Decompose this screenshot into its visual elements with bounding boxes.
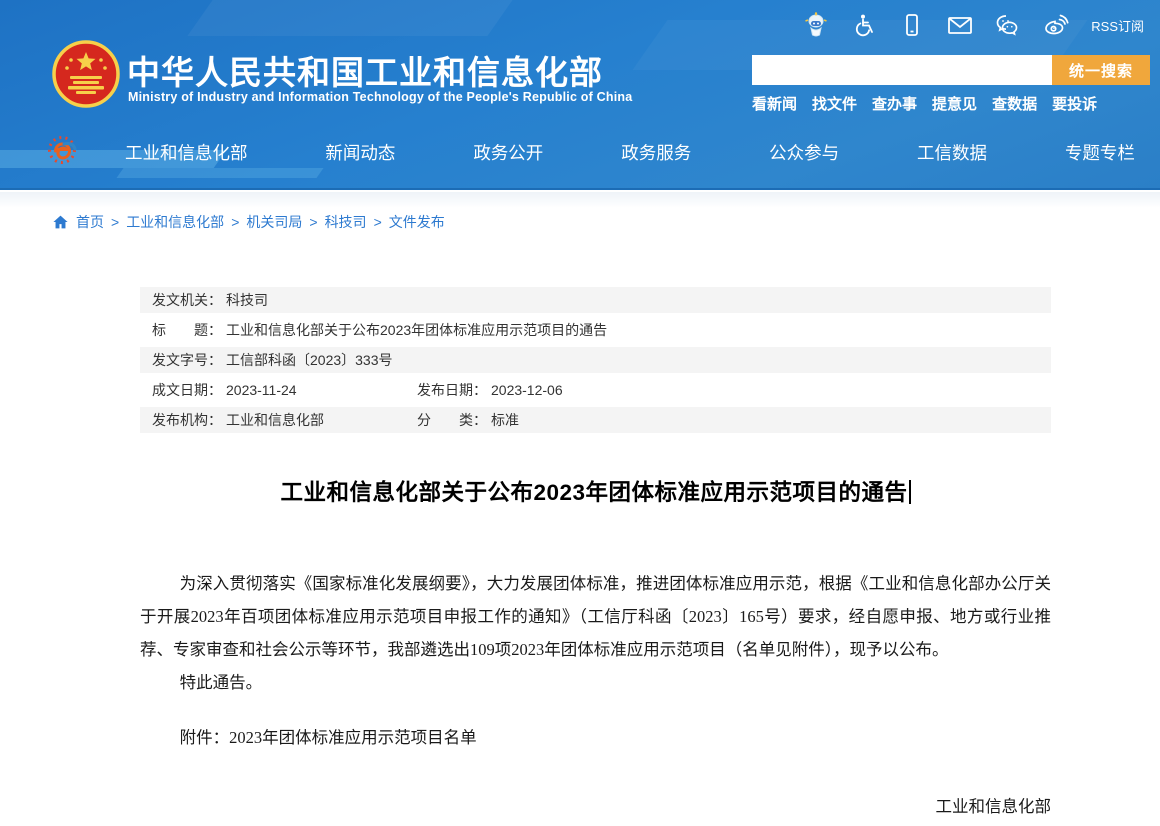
quick-link-1[interactable]: 找文件 <box>812 93 857 114</box>
breadcrumb-item-2[interactable]: 机关司局 <box>246 212 302 232</box>
quick-link-4[interactable]: 查数据 <box>992 93 1037 114</box>
meta-value: 工业和信息化部 <box>226 412 324 428</box>
quick-link-3[interactable]: 提意见 <box>932 93 977 114</box>
meta-cell: 发文机关： 科技司 <box>140 290 1051 310</box>
meta-label: 分 类： <box>417 412 487 428</box>
breadcrumb-item-3[interactable]: 科技司 <box>325 212 367 232</box>
mascot-icon[interactable] <box>803 12 829 38</box>
breadcrumb-separator: > <box>373 214 382 230</box>
meta-value: 2023-11-24 <box>226 382 297 398</box>
meta-label: 发布机构： <box>152 412 222 428</box>
rss-subscribe-link[interactable]: RSS订阅 <box>1091 16 1144 35</box>
meta-cell: 发文字号： 工信部科函〔2023〕333号 <box>140 350 1051 370</box>
header-shadow-band <box>0 192 1160 208</box>
wechat-icon[interactable] <box>995 12 1021 38</box>
meta-value: 科技司 <box>226 292 268 308</box>
breadcrumb-items: 首页 > 工业和信息化部 > 机关司局 > 科技司 > 文件发布 <box>76 212 445 232</box>
nav-item-4[interactable]: 公众参与 <box>769 140 839 165</box>
breadcrumb-item-1[interactable]: 工业和信息化部 <box>126 212 224 232</box>
meta-row: 标 题： 工业和信息化部关于公布2023年团体标准应用示范项目的通告 <box>140 317 1051 343</box>
site-title: 中华人民共和国工业和信息化部 <box>127 54 603 91</box>
doc-paragraphs: 为深入贯彻落实《国家标准化发展纲要》，大力发展团体标准，推进团体标准应用示范，根… <box>140 567 1051 699</box>
meta-label: 发布日期： <box>417 382 487 398</box>
meta-row: 发布机构： 工业和信息化部分 类： 标准 <box>140 407 1051 433</box>
meta-row: 发文字号： 工信部科函〔2023〕333号 <box>140 347 1051 373</box>
breadcrumb-separator: > <box>231 214 240 230</box>
meta-value: 工信部科函〔2023〕333号 <box>226 352 393 368</box>
home-icon[interactable] <box>52 214 69 230</box>
main-nav: 工业和信息化部 新闻动态 政务公开 政务服务 公众参与 工信数据 专题专栏 <box>125 132 1135 172</box>
meta-row: 发文机关： 科技司 <box>140 287 1051 313</box>
meta-value: 2023-12-06 <box>491 382 563 398</box>
signer-name: 工业和信息化部 <box>935 797 1052 816</box>
mail-icon[interactable] <box>947 12 973 38</box>
search-button[interactable]: 统一搜索 <box>1052 55 1150 85</box>
signature-date: 2023年11月24日 <box>140 822 1051 826</box>
meta-label: 发文机关： <box>152 292 222 308</box>
weibo-icon[interactable] <box>1043 12 1069 38</box>
meta-cell: 发布机构： 工业和信息化部 <box>140 410 405 430</box>
topbar: RSS订阅 <box>803 12 1144 38</box>
breadcrumb-separator: > <box>309 214 318 230</box>
site-header: RSS订阅 中华人民共和国工业和信息化部 Ministry of Industr… <box>0 0 1160 190</box>
nav-item-2[interactable]: 政务公开 <box>473 140 543 165</box>
meta-value: 工业和信息化部关于公布2023年团体标准应用示范项目的通告 <box>226 322 608 338</box>
page: RSS订阅 中华人民共和国工业和信息化部 Ministry of Industr… <box>0 0 1160 826</box>
meta-value: 标准 <box>491 412 519 428</box>
meta-label: 发文字号： <box>152 352 222 368</box>
nav-item-5[interactable]: 工信数据 <box>917 140 987 165</box>
breadcrumb-item-0[interactable]: 首页 <box>76 212 104 232</box>
header-quick-links: 看新闻 找文件 查办事 提意见 查数据 要投诉 <box>752 93 1097 114</box>
doc-paragraph-1: 特此通告。 <box>179 673 263 692</box>
nav-item-1[interactable]: 新闻动态 <box>325 140 395 165</box>
quick-link-2[interactable]: 查办事 <box>872 93 917 114</box>
nav-item-6[interactable]: 专题专栏 <box>1065 140 1135 165</box>
meta-cell: 发布日期： 2023-12-06 <box>405 380 1051 400</box>
site-subtitle: Ministry of Industry and Information Tec… <box>128 90 633 104</box>
quick-link-0[interactable]: 看新闻 <box>752 93 797 114</box>
nav-item-0[interactable]: 工业和信息化部 <box>125 140 248 165</box>
accessibility-icon[interactable] <box>851 12 877 38</box>
attachment-line: 附件：2023年团体标准应用示范项目名单 <box>179 728 477 747</box>
meta-table: 发文机关： 科技司标 题： 工业和信息化部关于公布2023年团体标准应用示范项目的通… <box>140 287 1051 433</box>
doc-paragraph-0: 为深入贯彻落实《国家标准化发展纲要》，大力发展团体标准，推进团体标准应用示范，根… <box>140 574 1051 659</box>
meta-cell: 分 类： 标准 <box>405 410 1051 430</box>
meta-row: 成文日期： 2023-11-24 发布日期： 2023-12-06 <box>140 377 1051 403</box>
breadcrumb-separator: > <box>111 214 120 230</box>
header-decoration <box>187 0 513 36</box>
search-bar: 统一搜索 <box>752 55 1150 85</box>
miit-swirl-logo <box>46 133 80 167</box>
meta-cell: 标 题： 工业和信息化部关于公布2023年团体标准应用示范项目的通告 <box>140 320 1051 340</box>
document-title: 工业和信息化部关于公布2023年团体标准应用示范项目的通告 <box>140 475 1051 507</box>
meta-label: 标 题： <box>152 322 222 338</box>
breadcrumb-item-4: 文件发布 <box>388 214 445 230</box>
mobile-icon[interactable] <box>899 12 925 38</box>
search-input[interactable] <box>752 55 1052 85</box>
text-cursor <box>908 480 911 504</box>
nav-item-3[interactable]: 政务服务 <box>621 140 691 165</box>
meta-label: 成文日期： <box>152 382 222 398</box>
quick-link-5[interactable]: 要投诉 <box>1052 93 1097 114</box>
breadcrumb: 首页 > 工业和信息化部 > 机关司局 > 科技司 > 文件发布 <box>52 212 445 232</box>
document-area: 发文机关： 科技司标 题： 工业和信息化部关于公布2023年团体标准应用示范项目的通… <box>140 287 1051 826</box>
signature-block: 工业和信息化部 2023年11月24日 <box>140 792 1052 826</box>
national-emblem-logo <box>52 40 120 108</box>
meta-cell: 成文日期： 2023-11-24 <box>140 380 405 400</box>
